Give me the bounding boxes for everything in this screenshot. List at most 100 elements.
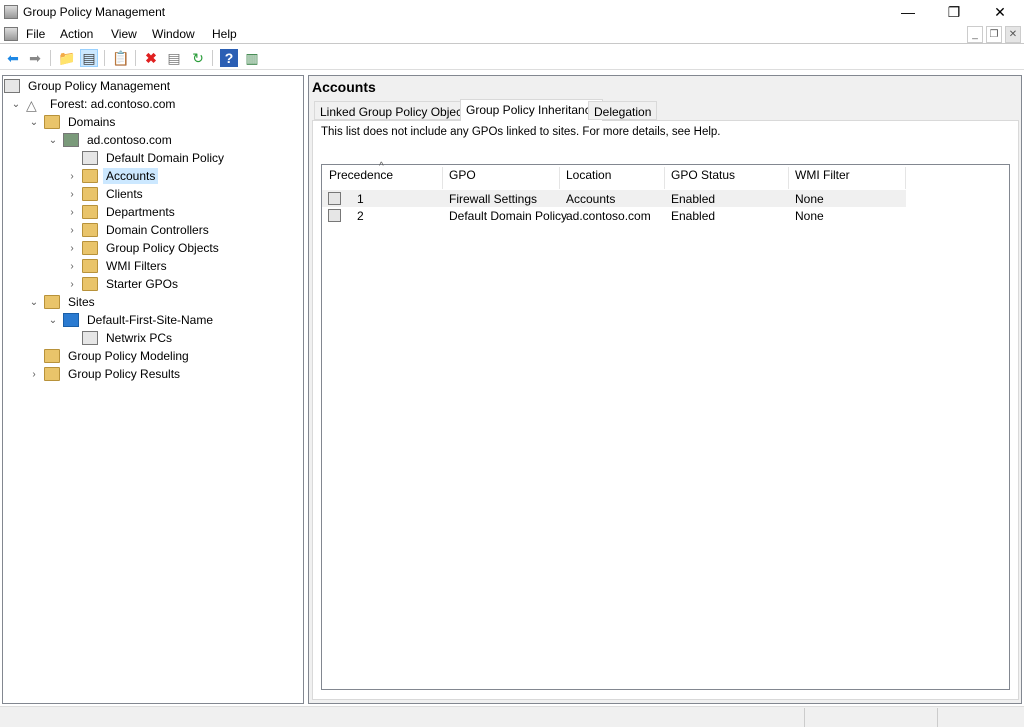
- chevron-right-icon[interactable]: ›: [28, 369, 40, 380]
- column-header-wmi-filter[interactable]: WMI Filter: [795, 168, 850, 188]
- tree-node-label: Group Policy Objects: [106, 241, 219, 255]
- tree-node-label: WMI Filters: [106, 259, 167, 273]
- chevron-down-icon[interactable]: ⌄: [10, 99, 22, 110]
- chevron-right-icon[interactable]: ›: [66, 279, 78, 290]
- cell-gpo: Default Domain Policy: [449, 209, 568, 223]
- tree-node[interactable]: › Starter GPOs: [66, 275, 181, 293]
- tree-node[interactable]: › Group Policy Objects: [66, 239, 222, 257]
- tree-node-label: Departments: [106, 205, 175, 219]
- toolbar-separator: [135, 50, 136, 66]
- info-note: This list does not include any GPOs link…: [321, 126, 721, 138]
- cell-location: ad.contoso.com: [566, 209, 651, 223]
- column-divider[interactable]: [905, 167, 906, 189]
- mdi-restore-button[interactable]: ❐: [986, 26, 1002, 43]
- clipboard-icon[interactable]: 📋: [112, 49, 130, 67]
- column-divider[interactable]: [788, 167, 789, 189]
- back-icon[interactable]: ⬅: [4, 49, 22, 67]
- tree-node[interactable]: › WMI Filters: [66, 257, 170, 275]
- details-title: Accounts: [312, 79, 376, 95]
- column-header-gpo[interactable]: GPO: [449, 168, 476, 188]
- system-menu-icon[interactable]: [4, 27, 18, 41]
- menu-window[interactable]: Window: [152, 27, 195, 41]
- minimize-button[interactable]: —: [885, 0, 931, 24]
- gpo-link-icon: [328, 192, 341, 205]
- cell-precedence: 2: [357, 209, 364, 223]
- delete-icon[interactable]: ✖: [142, 49, 160, 67]
- folder-icon: [82, 187, 98, 201]
- tree-node[interactable]: › Departments: [66, 203, 178, 221]
- tree-node-label: Sites: [68, 295, 95, 309]
- forward-icon[interactable]: ➡: [26, 49, 44, 67]
- chevron-right-icon[interactable]: ›: [66, 243, 78, 254]
- tree-node-label: Accounts: [103, 168, 159, 184]
- chevron-right-icon[interactable]: ›: [66, 225, 78, 236]
- menu-help[interactable]: Help: [212, 27, 237, 41]
- mdi-close-button[interactable]: ✕: [1005, 26, 1021, 43]
- chevron-right-icon[interactable]: ›: [66, 171, 78, 182]
- tree-node-label: Default-First-Site-Name: [87, 313, 214, 327]
- menu-action[interactable]: Action: [60, 27, 93, 41]
- window-title: Group Policy Management: [23, 5, 166, 19]
- cell-precedence: 1: [357, 192, 364, 206]
- tree-node[interactable]: Group Policy Modeling: [28, 347, 192, 365]
- cell-wmi: None: [795, 209, 824, 223]
- tree-node[interactable]: › Accounts: [66, 167, 159, 185]
- chevron-right-icon[interactable]: ›: [66, 261, 78, 272]
- up-folder-icon[interactable]: 📁: [58, 49, 76, 67]
- help-icon[interactable]: ?: [220, 49, 238, 67]
- tree-node[interactable]: Netwrix PCs: [66, 329, 175, 347]
- chevron-down-icon[interactable]: ⌄: [47, 135, 59, 146]
- tree-node[interactable]: ⌄ Domains: [28, 113, 118, 131]
- column-divider[interactable]: [664, 167, 665, 189]
- menu-file[interactable]: File: [26, 27, 45, 41]
- tab-gp-inheritance[interactable]: Group Policy Inheritance: [460, 99, 604, 121]
- column-header-location[interactable]: Location: [566, 168, 611, 188]
- refresh-icon[interactable]: ↻: [189, 49, 207, 67]
- column-divider[interactable]: [559, 167, 560, 189]
- tree-node[interactable]: ⌄ ad.contoso.com: [47, 131, 175, 149]
- folder-icon: [44, 295, 60, 309]
- tree-node[interactable]: ⌄ Sites: [28, 293, 98, 311]
- gpo-link-icon: [328, 209, 341, 222]
- show-hide-console-tree-icon[interactable]: ▤: [80, 49, 98, 67]
- tree-node[interactable]: ⌄ △ Forest: ad.contoso.com: [10, 95, 178, 113]
- status-divider: [804, 708, 805, 727]
- tab-linked-gpos[interactable]: Linked Group Policy Objects: [314, 101, 478, 120]
- chevron-down-icon[interactable]: ⌄: [28, 117, 40, 128]
- gpm-icon: [4, 79, 20, 93]
- restore-button[interactable]: ❐: [931, 0, 977, 24]
- close-button[interactable]: ✕: [977, 0, 1023, 24]
- tree-node-label: Domain Controllers: [106, 223, 209, 237]
- folder-icon: [44, 367, 60, 381]
- cell-status: Enabled: [671, 209, 716, 223]
- mdi-minimize-button[interactable]: _: [967, 26, 983, 43]
- tree-node[interactable]: › Clients: [66, 185, 146, 203]
- column-header-precedence[interactable]: Precedence: [329, 168, 393, 188]
- tree-node-label: Group Policy Modeling: [68, 349, 189, 363]
- chevron-down-icon[interactable]: ⌄: [47, 315, 59, 326]
- tree-node[interactable]: ⌄ Default-First-Site-Name: [47, 311, 216, 329]
- tab-delegation[interactable]: Delegation: [588, 101, 658, 120]
- tree-node[interactable]: Group Policy Management: [4, 77, 173, 95]
- gpo-icon: [82, 331, 98, 345]
- tree-node-label: Forest: ad.contoso.com: [50, 97, 176, 111]
- forest-icon: △: [26, 97, 37, 113]
- cell-status: Enabled: [671, 192, 716, 206]
- chevron-down-icon[interactable]: ⌄: [28, 297, 40, 308]
- column-divider[interactable]: [442, 167, 443, 189]
- tree-node[interactable]: Default Domain Policy: [66, 149, 227, 167]
- column-header-gpo-status[interactable]: GPO Status: [671, 168, 735, 188]
- action-pane-icon[interactable]: ▥: [243, 49, 261, 67]
- tree-node[interactable]: › Domain Controllers: [66, 221, 212, 239]
- status-divider: [937, 708, 938, 727]
- folder-icon: [82, 169, 98, 183]
- tree-node[interactable]: › Group Policy Results: [28, 365, 183, 383]
- folder-icon: [82, 205, 98, 219]
- folder-icon: [44, 349, 60, 363]
- chevron-right-icon[interactable]: ›: [66, 207, 78, 218]
- properties-icon[interactable]: ▤: [165, 49, 183, 67]
- inheritance-list[interactable]: [321, 164, 1010, 690]
- tree-node-label: Group Policy Results: [68, 367, 181, 381]
- chevron-right-icon[interactable]: ›: [66, 189, 78, 200]
- menu-view[interactable]: View: [111, 27, 137, 41]
